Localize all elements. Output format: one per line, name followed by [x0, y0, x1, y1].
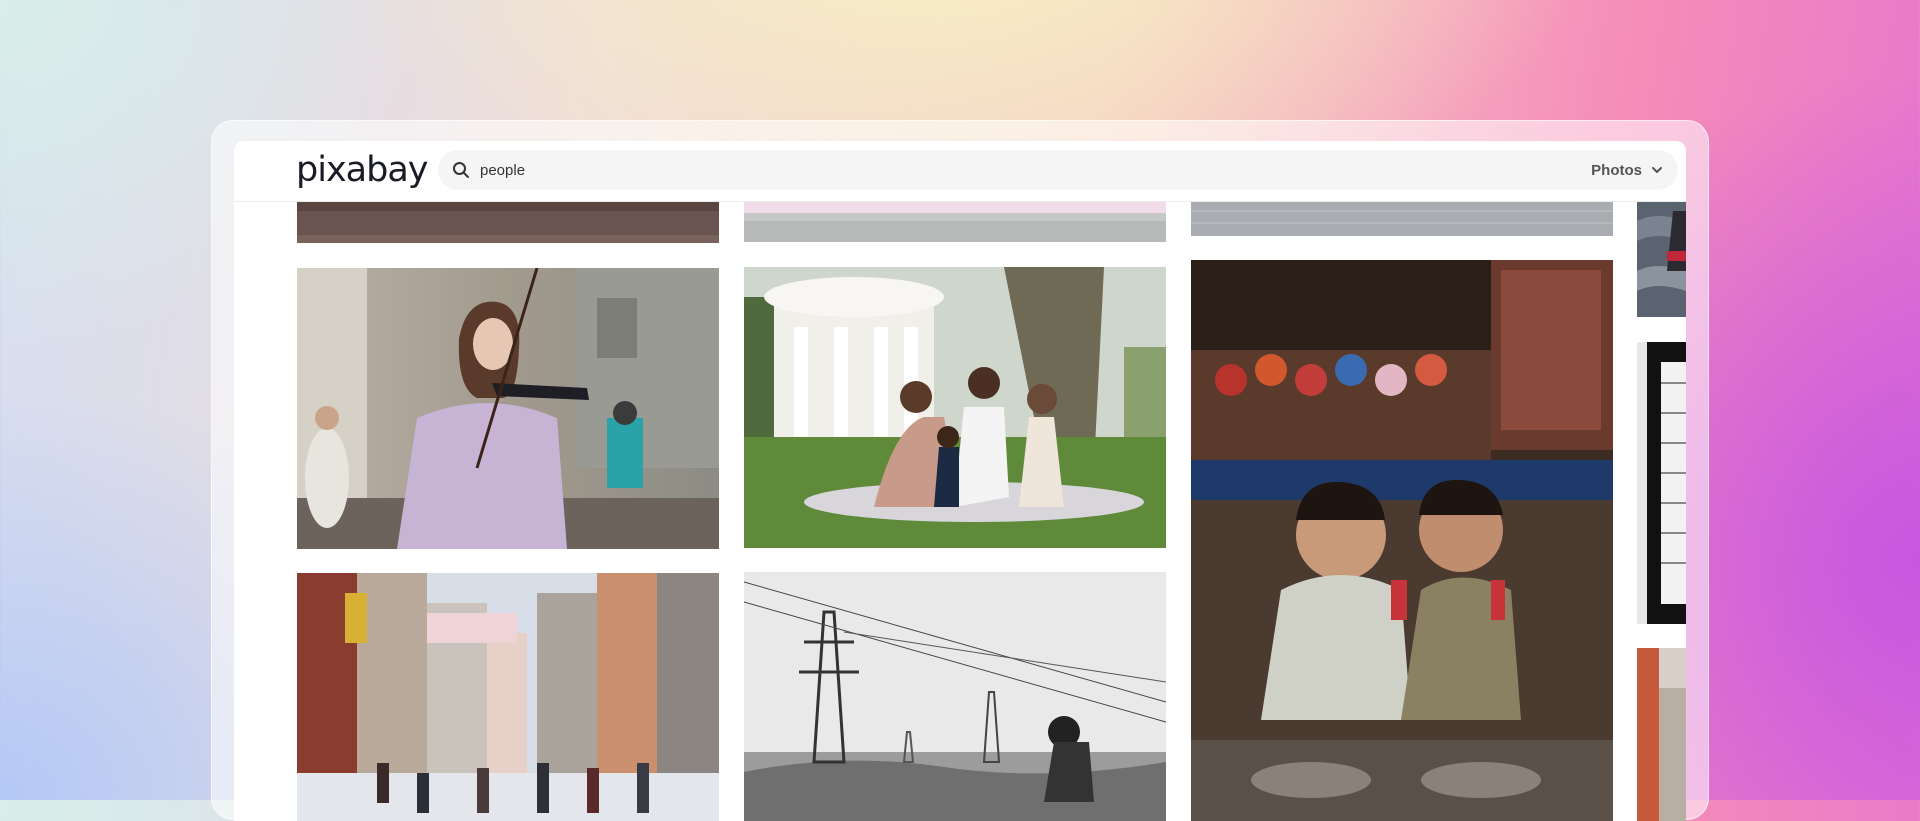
media-type-dropdown[interactable]: Photos: [1591, 150, 1664, 190]
pixabay-logo[interactable]: pixabay: [296, 150, 428, 190]
search-input[interactable]: [480, 150, 1480, 190]
browser-window: pixabay Photos: [234, 141, 1686, 821]
header: pixabay Photos: [234, 141, 1686, 202]
photo-paved-floor[interactable]: [1191, 201, 1613, 236]
photo-two-boys[interactable]: [1191, 260, 1613, 821]
photo-water-partial[interactable]: [1637, 201, 1686, 317]
media-type-label: Photos: [1591, 161, 1642, 179]
photo-brown-ground[interactable]: [297, 201, 719, 243]
photo-power-lines[interactable]: [744, 572, 1166, 821]
chevron-down-icon: [1652, 167, 1662, 173]
photo-snow-ground[interactable]: [744, 201, 1166, 242]
photo-city-street[interactable]: [297, 573, 719, 821]
search-bar[interactable]: Photos: [438, 150, 1678, 190]
photo-blinds-partial[interactable]: [1637, 342, 1686, 624]
photo-violinist[interactable]: [297, 268, 719, 549]
photo-red-building-partial[interactable]: [1637, 648, 1686, 821]
search-icon: [453, 162, 469, 178]
photo-family-picnic[interactable]: [744, 267, 1166, 548]
